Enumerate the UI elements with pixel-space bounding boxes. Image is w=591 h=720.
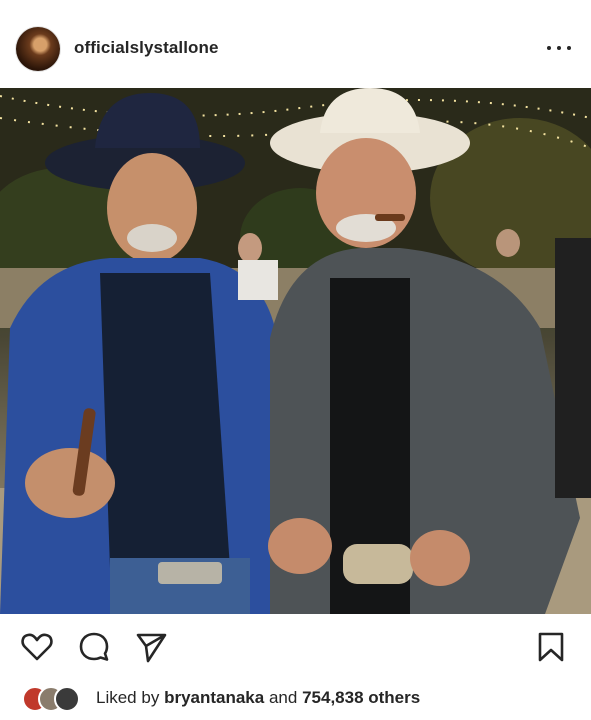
liked-by-user[interactable]: bryantanaka [164,688,264,707]
likes-count[interactable]: 754,838 others [302,688,420,707]
comment-bubble-icon[interactable] [77,630,111,664]
post-header: officialslystallone [0,0,591,88]
more-options-button[interactable] [547,36,571,60]
liker-avatars[interactable] [22,686,92,712]
bookmark-outline-icon[interactable] [534,630,568,664]
post-photo-image [0,88,591,614]
liker-avatar [54,686,80,712]
post-username[interactable]: officialslystallone [74,38,219,58]
liked-and-label: and [268,688,298,707]
paper-plane-icon[interactable] [134,630,168,664]
post-photo[interactable] [0,88,591,614]
more-horizontal-icon [547,46,551,50]
liked-by-label: Liked by [96,688,160,707]
profile-avatar[interactable] [16,27,60,71]
likes-summary[interactable]: Liked by bryantanaka and 754,838 others [96,688,420,708]
heart-outline-icon[interactable] [20,630,54,664]
